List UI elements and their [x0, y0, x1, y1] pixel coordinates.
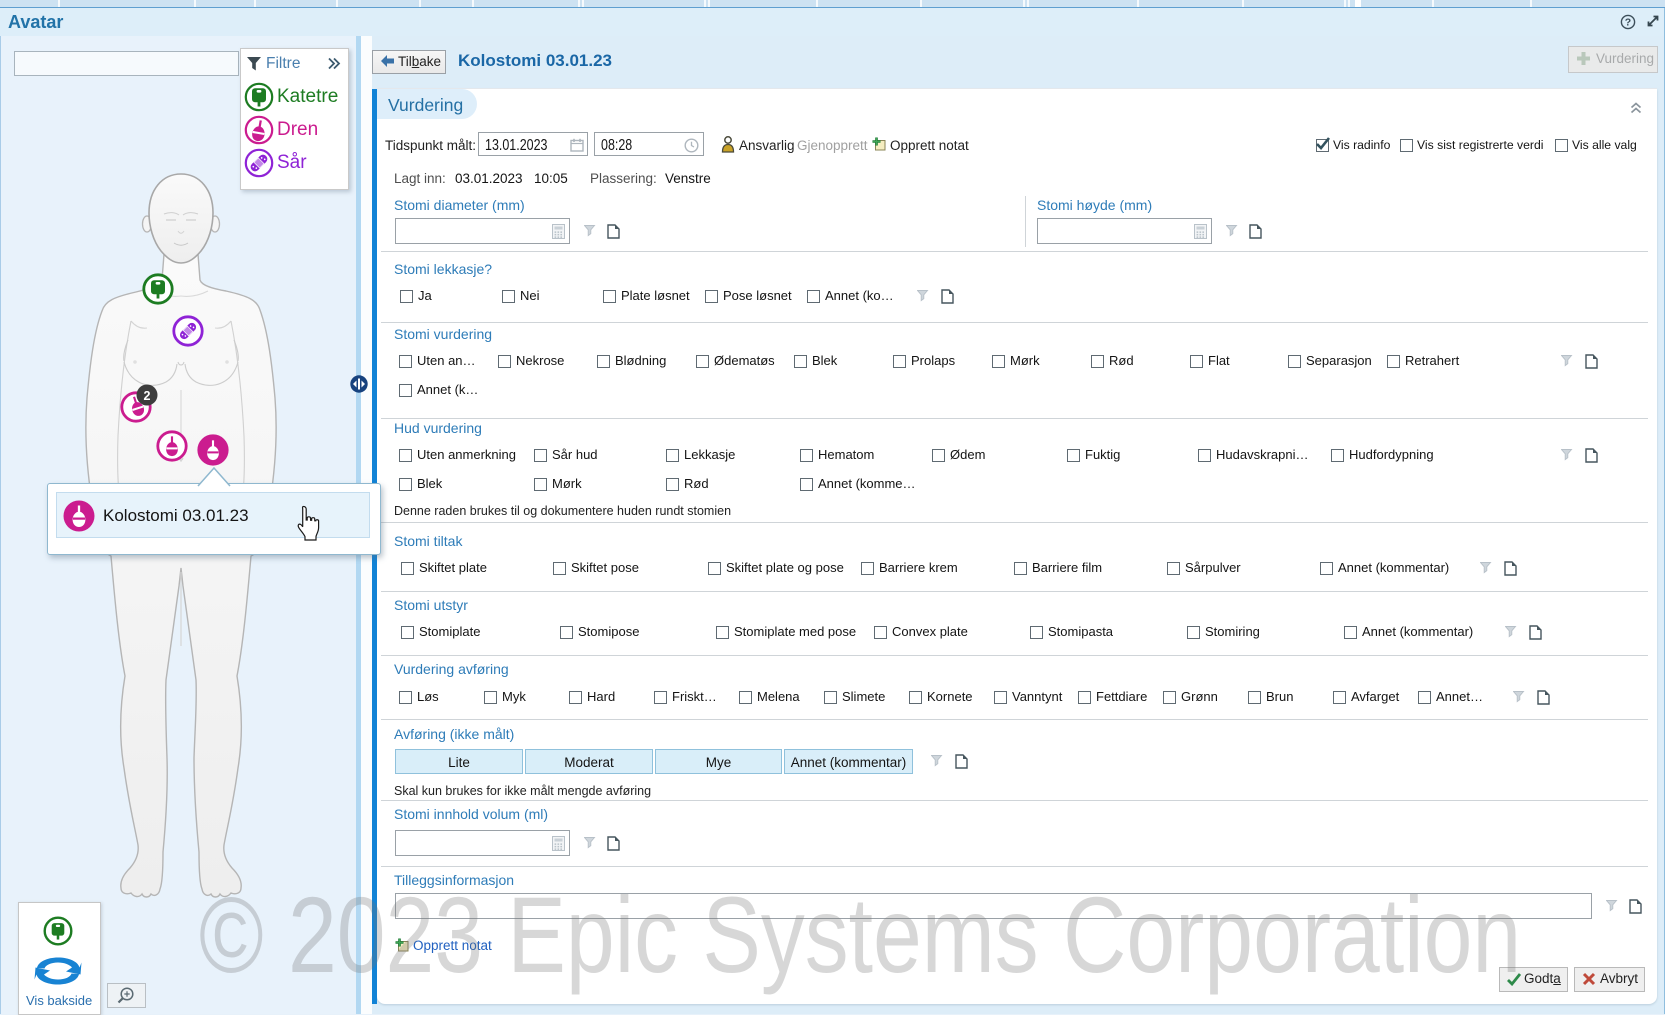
svg-text:2: 2 [144, 389, 151, 403]
svg-text:?: ? [1625, 17, 1631, 29]
